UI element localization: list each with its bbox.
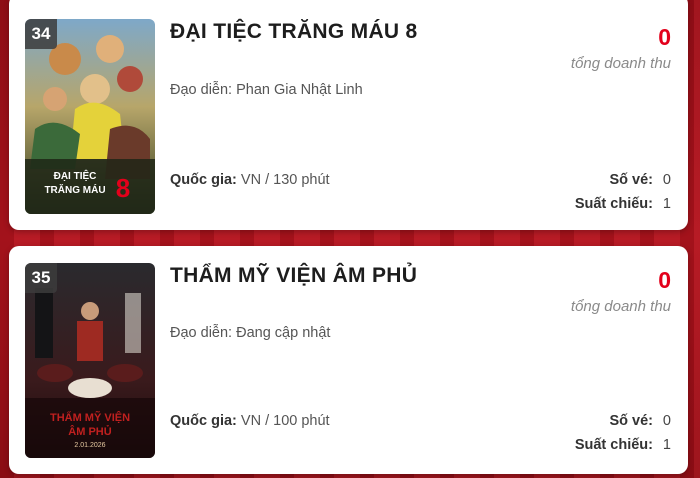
movie-director: Đạo diễn: Đang cập nhật	[170, 325, 331, 341]
revenue-label: tổng doanh thu	[570, 298, 671, 315]
shows-label: Suất chiếu:	[574, 437, 653, 453]
shows-stat: Suất chiếu: 1	[575, 437, 671, 453]
revenue-value: 0	[658, 267, 671, 293]
movie-director: Đạo diễn: Phan Gia Nhật Linh	[170, 82, 363, 98]
tickets-label: Số vé:	[609, 413, 653, 429]
revenue-value: 0	[658, 24, 671, 50]
movie-country: Quốc gia: VN / 130 phút	[170, 172, 330, 188]
movie-country: Quốc gia: VN / 100 phút	[170, 413, 330, 429]
poster-date: 2.01.2026	[74, 442, 105, 449]
movie-title[interactable]: THẨM MỸ VIỆN ÂM PHỦ	[170, 264, 417, 288]
tickets-value: 0	[662, 413, 671, 429]
shows-value: 1	[662, 196, 671, 212]
poster-title-line1: ĐẠI TIỆC	[54, 169, 97, 182]
tickets-value: 0	[662, 172, 671, 188]
shows-stat: Suất chiếu: 1	[575, 196, 671, 212]
tickets-stat: Số vé: 0	[609, 172, 671, 188]
poster-number: 8	[116, 173, 130, 203]
movie-card[interactable]: ĐẠI TIỆC TRĂNG MÁU 8 34 ĐẠI TIỆC TRĂNG M…	[9, 0, 688, 230]
movie-card[interactable]: THẨM MỸ VIỆN ÂM PHỦ 2.01.2026 35 THẨM MỸ…	[9, 246, 688, 474]
country-label: Quốc gia:	[170, 172, 237, 188]
tickets-label: Số vé:	[609, 172, 653, 188]
country-value: VN / 130 phút	[236, 172, 330, 188]
movie-poster[interactable]: THẨM MỸ VIỆN ÂM PHỦ 2.01.2026 35	[25, 263, 155, 458]
country-label: Quốc gia:	[170, 413, 237, 429]
movie-title[interactable]: ĐẠI TIỆC TRĂNG MÁU 8	[170, 20, 418, 44]
rank-badge: 35	[25, 263, 57, 293]
poster-title-line2: TRĂNG MÁU	[44, 183, 105, 196]
tickets-stat: Số vé: 0	[609, 413, 671, 429]
shows-label: Suất chiếu:	[574, 196, 653, 212]
poster-title-line2: ÂM PHỦ	[68, 425, 111, 438]
shows-value: 1	[662, 437, 671, 453]
rank-badge: 34	[25, 19, 57, 49]
movie-poster[interactable]: ĐẠI TIỆC TRĂNG MÁU 8 34	[25, 19, 155, 214]
revenue-label: tổng doanh thu	[570, 55, 671, 72]
poster-title-line1: THẨM MỸ VIỆN	[50, 411, 130, 424]
country-value: VN / 100 phút	[236, 413, 330, 429]
